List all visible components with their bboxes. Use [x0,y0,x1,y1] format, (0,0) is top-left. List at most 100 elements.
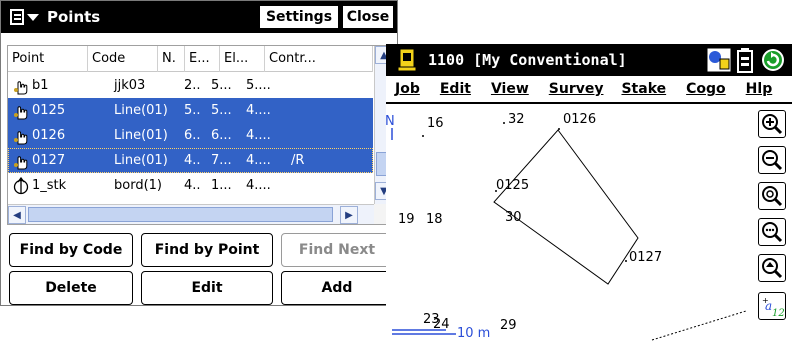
point-name: 1_stk [32,178,67,193]
cell-elevation: 4.... [246,103,271,118]
stake-point-icon [13,176,29,194]
menu-help[interactable]: Hlp [746,81,773,97]
scale-label: 10 m [457,326,491,341]
table-row[interactable]: 0127 Line(01) 4.. 7... 4.... /R [8,148,373,173]
points-window: Points Settings Close Point Code N. E...… [0,0,398,306]
cell-point: 0126 [8,127,110,145]
chevron-down-icon [26,13,39,21]
point-32-marker [503,122,505,124]
points-table: Point Code N. E... El... Contr... b1 jjk0… [7,45,393,225]
survey-titlebar: 1100 [My Conventional] [386,44,792,76]
zoom-extents-icon [762,186,783,207]
cell-code: Line(01) [114,153,168,168]
point-name: 0125 [32,103,66,118]
column-header-control[interactable]: Contr... [265,46,373,72]
zoom-in-button[interactable] [758,110,786,138]
point-name: b1 [32,78,49,93]
zoom-out-button[interactable] [758,146,786,174]
point-label-19: 19 [398,212,415,227]
delete-button[interactable]: Delete [9,271,133,305]
cell-code: Line(01) [114,128,168,143]
table-row[interactable]: 0126 Line(01) 6.. 6... 4.... [8,123,373,148]
menu-job[interactable]: Job [395,81,420,97]
cell-easting: 1... [211,178,232,193]
point-label-32: 32 [508,112,525,127]
column-header-easting[interactable]: E... [185,46,220,72]
pan-icon [762,258,783,279]
scroll-left-icon[interactable]: ◀ [8,206,26,224]
find-by-point-button[interactable]: Find by Point [141,233,273,267]
column-header-northing[interactable]: N. [158,46,185,72]
survey-window-title: 1100 [My Conventional] [428,51,627,69]
refresh-icon[interactable] [760,47,786,73]
point-label-18: 18 [426,212,443,227]
label-toggle-icon: + a 123 [762,296,784,318]
survey-menubar: Job Edit View Survey Stake Cogo Hlp [386,76,792,104]
edit-button[interactable]: Edit [141,271,273,305]
hand-point-icon [14,155,28,169]
window-title: Points [47,8,101,26]
cell-northing: 2.. [184,78,201,93]
point-0126-marker [558,128,560,130]
cell-easting: 7... [211,153,232,168]
menu-stake[interactable]: Stake [621,81,666,97]
table-row[interactable]: 0125 Line(01) 5.. 5... 4.... [8,98,373,123]
menu-icon [9,9,24,25]
cell-code: bord(1) [114,178,162,193]
cell-code: jjk03 [114,78,146,93]
cell-code: Line(01) [114,103,168,118]
svg-text:123: 123 [772,308,784,318]
cell-point: 0127 [8,152,110,170]
menu-cogo[interactable]: Cogo [686,81,726,97]
point-label-0127: 0127 [629,250,663,265]
scroll-right-icon[interactable]: ▶ [340,206,358,224]
point-0127-marker [625,260,627,262]
column-header-elevation[interactable]: El... [220,46,265,72]
dashed-line [651,310,747,341]
column-header-point[interactable]: Point [8,46,88,72]
hand-point-icon [14,105,28,119]
menu-survey[interactable]: Survey [549,81,604,97]
add-button[interactable]: Add [281,271,393,305]
cell-northing: 6.. [184,128,201,143]
zoom-window-icon [762,222,783,243]
table-header: Point Code N. E... El... Contr... [8,46,373,72]
cell-elevation: 4.... [246,178,271,193]
pan-button[interactable] [758,254,786,282]
zoom-out-icon [762,150,783,171]
point-label-0125: 0125 [496,178,530,193]
cell-point: 1_stk [8,176,110,195]
menu-view[interactable]: View [491,81,529,97]
point-label-30: 30 [505,210,522,225]
horizontal-scrollbar[interactable]: ◀ ▶ [8,204,374,224]
point-name: 0127 [32,153,66,168]
close-button[interactable]: Close [342,5,394,29]
zoom-extents-button[interactable] [758,182,786,210]
find-next-button[interactable]: Find Next [281,233,393,267]
column-header-code[interactable]: Code [88,46,158,72]
table-row[interactable]: b1 jjk03 2.. 5... 5.... [8,73,373,98]
table-row[interactable]: 1_stk bord(1) 4.. 1... 4.... [8,173,373,198]
point-label-29: 29 [500,318,517,333]
cell-elevation: 5.... [246,78,271,93]
find-by-code-button[interactable]: Find by Code [9,233,133,267]
survey-window: 1100 [My Conventional] Job Edit View Sur… [385,44,792,342]
cell-northing: 4.. [184,178,201,193]
map-drawing [391,122,747,341]
map-canvas[interactable]: N 16 32 0126 0125 19 18 30 0127 23 24 29… [385,106,792,342]
start-menu-button[interactable] [3,4,45,30]
cell-northing: 5.. [184,103,201,118]
labels-toggle-button[interactable]: + a 123 [758,292,786,320]
menu-edit[interactable]: Edit [440,81,471,97]
points-titlebar: Points Settings Close [1,1,397,33]
settings-button[interactable]: Settings [259,5,339,29]
zoom-window-button[interactable] [758,218,786,246]
point-label-24: 24 [433,317,450,332]
cell-easting: 5... [211,78,232,93]
point-label-16: 16 [427,116,444,131]
cell-easting: 6... [211,128,232,143]
battery-icon[interactable] [736,47,754,73]
point-name: 0126 [32,128,66,143]
horizontal-scroll-thumb[interactable] [28,207,333,222]
instrument-status-icon[interactable] [706,47,732,73]
